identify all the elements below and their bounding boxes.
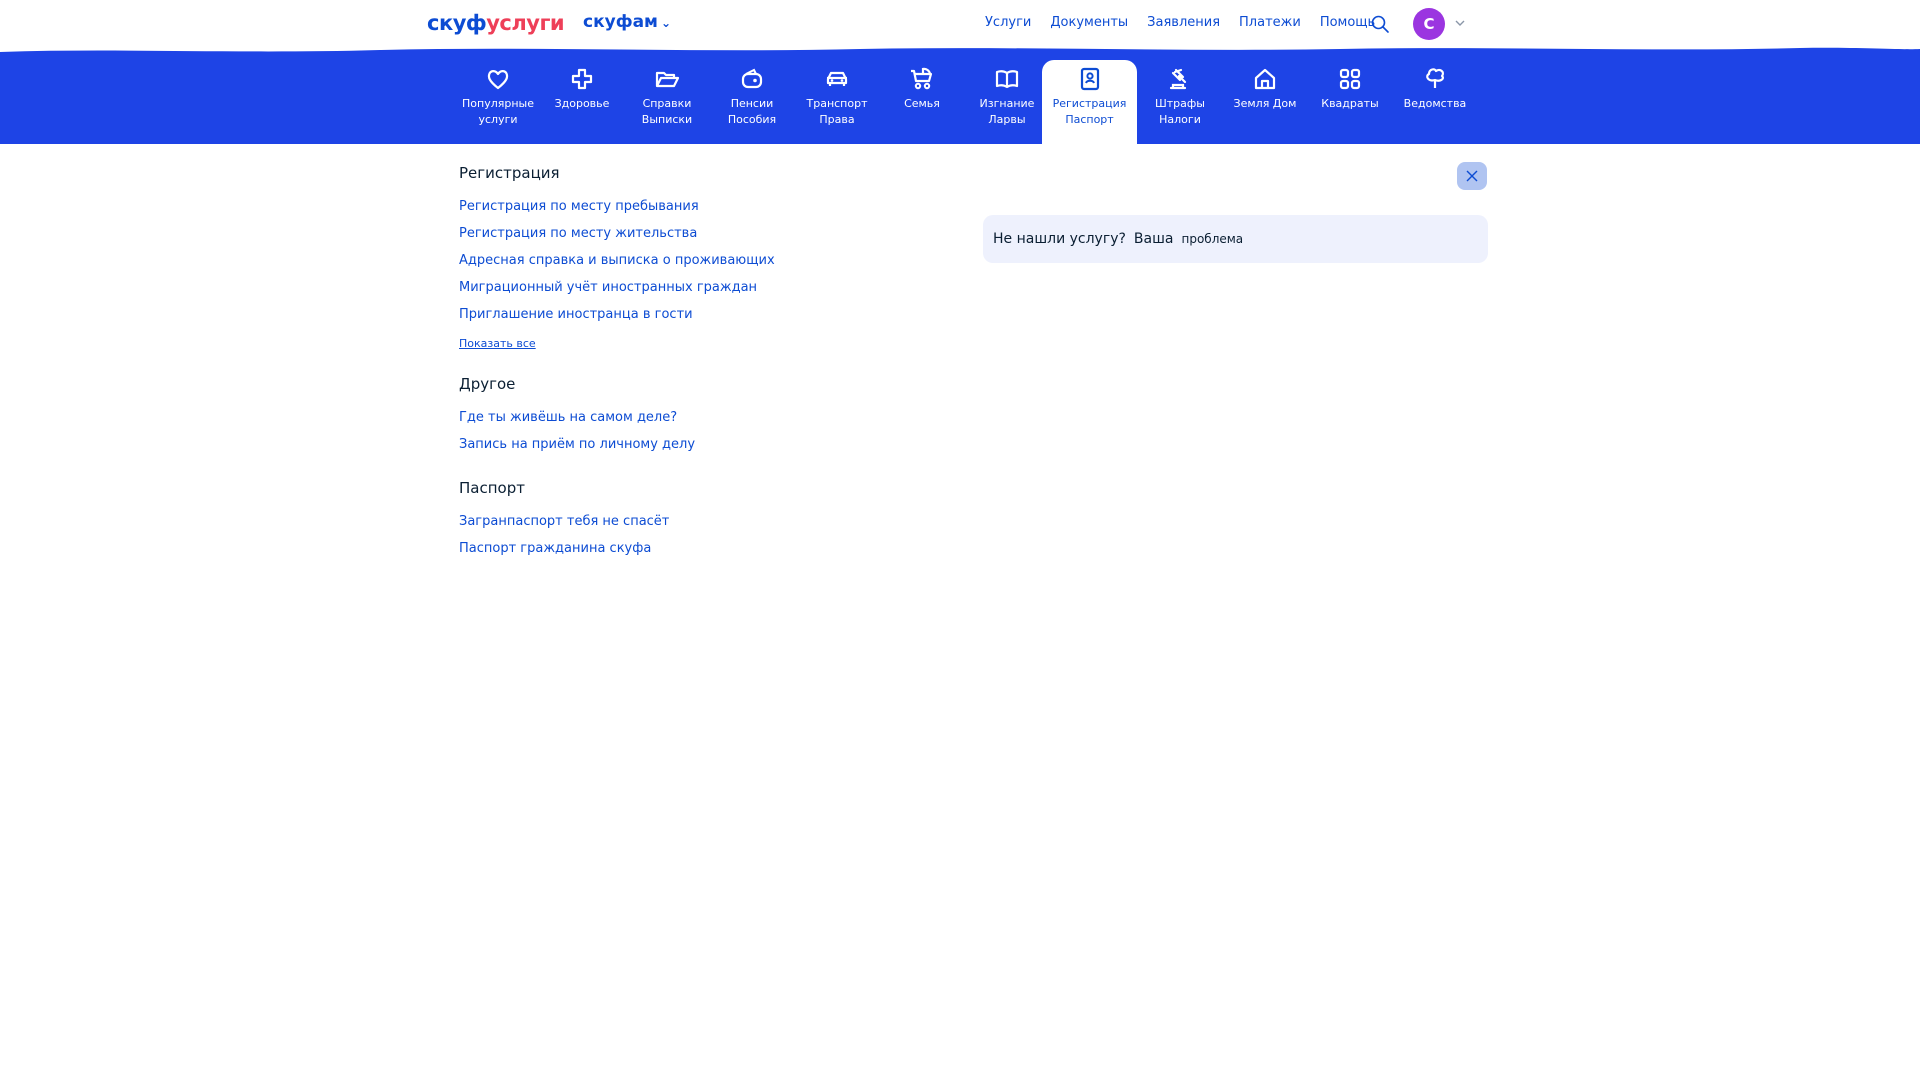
category-land[interactable]: Земля Дом (1222, 60, 1308, 144)
house-icon (1254, 68, 1276, 90)
avatar[interactable]: С (1413, 8, 1445, 40)
category-label: Штрафы Налоги (1155, 97, 1205, 126)
logo-part-2: услуги (486, 11, 565, 35)
nav-link-help[interactable]: Помощь (1320, 15, 1375, 30)
passport-icon (1080, 67, 1099, 91)
service-link[interactable]: Где ты живёшь на самом деле? (459, 409, 939, 436)
close-icon (1466, 170, 1478, 182)
category-label: Регистрация Паспорт (1052, 97, 1127, 126)
close-button[interactable] (1457, 162, 1487, 190)
tree-icon (1426, 68, 1444, 88)
category-certificates[interactable]: Справки Выписки (624, 60, 710, 144)
not-found-text-3: проблема (1181, 232, 1244, 246)
service-link[interactable]: Миграционный учёт иностранных граждан (459, 279, 939, 306)
category-family[interactable]: Семья (879, 60, 965, 144)
group-title: Паспорт (459, 479, 525, 497)
medical-cross-icon (571, 68, 593, 90)
logo-part-1: скуф (427, 11, 487, 35)
nav-link-applications[interactable]: Заявления (1147, 15, 1220, 30)
category-label: Семья (904, 97, 940, 110)
category-band: Популярные услуги Здоровье Справки Выпис… (0, 46, 1920, 144)
service-link[interactable]: Приглашение иностранца в гости (459, 306, 939, 333)
service-link[interactable]: Паспорт гражданина скуфа (459, 540, 939, 567)
nav-link-services[interactable]: Услуги (985, 15, 1031, 30)
group-title: Другое (459, 375, 516, 393)
category-fines[interactable]: Штрафы Налоги (1137, 60, 1223, 144)
region-label: скуфам (583, 12, 658, 32)
folder-icon (655, 71, 680, 88)
services-column: Регистрация Регистрация по месту пребыва… (459, 164, 939, 583)
category-label: Здоровье (554, 97, 610, 110)
category-label: Квадраты (1321, 97, 1379, 110)
gavel-icon (1169, 68, 1187, 90)
category-squares[interactable]: Квадраты (1307, 60, 1393, 144)
category-label: Пенсии Пособия (727, 97, 777, 126)
category-label: Популярные услуги (462, 97, 534, 126)
not-found-text: Не нашли услугу? (993, 231, 1126, 247)
not-found-text-2: Ваша (1133, 231, 1174, 247)
category-label: Ведомства (1403, 97, 1467, 110)
service-link[interactable]: Адресная справка и выписка о проживающих (459, 252, 939, 279)
site-logo[interactable]: скуфуслуги (427, 11, 565, 35)
category-exile[interactable]: Изгнание Ларвы (964, 60, 1050, 144)
nav-link-documents[interactable]: Документы (1050, 15, 1128, 30)
grid-squares-icon (1339, 68, 1361, 90)
nav-link-payments[interactable]: Платежи (1239, 15, 1301, 30)
category-label: Земля Дом (1233, 97, 1297, 110)
category-label: Изгнание Ларвы (979, 97, 1035, 126)
group-registration: Регистрация Регистрация по месту пребыва… (459, 164, 939, 359)
top-header: скуфуслуги скуфам ⌄ Услуги Документы Заяв… (0, 0, 1920, 50)
service-link[interactable]: Регистрация по месту жительства (459, 225, 939, 252)
top-nav: Услуги Документы Заявления Платежи Помощ… (985, 15, 1394, 30)
car-icon (826, 71, 848, 86)
category-transport[interactable]: Транспорт Права (794, 60, 880, 144)
not-found-banner[interactable]: Не нашли услугу? Ваша проблема (983, 215, 1488, 263)
group-other: Другое Где ты живёшь на самом деле? Запи… (459, 375, 939, 463)
group-passport: Паспорт Загранпаспорт тебя не спасёт Пас… (459, 479, 939, 567)
wallet-icon (741, 68, 763, 89)
region-selector[interactable]: скуфам ⌄ (583, 12, 671, 32)
heart-icon (487, 70, 509, 90)
avatar-letter: С (1423, 15, 1435, 33)
category-label: Транспорт Права (806, 97, 868, 126)
group-title: Регистрация (459, 164, 560, 182)
service-link[interactable]: Загранпаспорт тебя не спасёт (459, 513, 939, 540)
stroller-icon (911, 67, 933, 90)
category-health[interactable]: Здоровье (539, 60, 625, 144)
chevron-down-icon[interactable] (1453, 16, 1467, 30)
chevron-down-icon: ⌄ (660, 16, 671, 30)
show-all-link[interactable]: Показать все (459, 337, 939, 359)
search-icon[interactable] (1370, 14, 1390, 34)
service-link[interactable]: Запись на приём по личному делу (459, 436, 939, 463)
category-registration[interactable]: Регистрация Паспорт (1042, 60, 1137, 144)
category-label: Справки Выписки (641, 97, 693, 126)
category-agencies[interactable]: Ведомства (1392, 60, 1478, 144)
book-icon (995, 70, 1019, 89)
category-popular[interactable]: Популярные услуги (455, 60, 541, 144)
service-link[interactable]: Регистрация по месту пребывания (459, 198, 939, 225)
category-pensions[interactable]: Пенсии Пособия (709, 60, 795, 144)
